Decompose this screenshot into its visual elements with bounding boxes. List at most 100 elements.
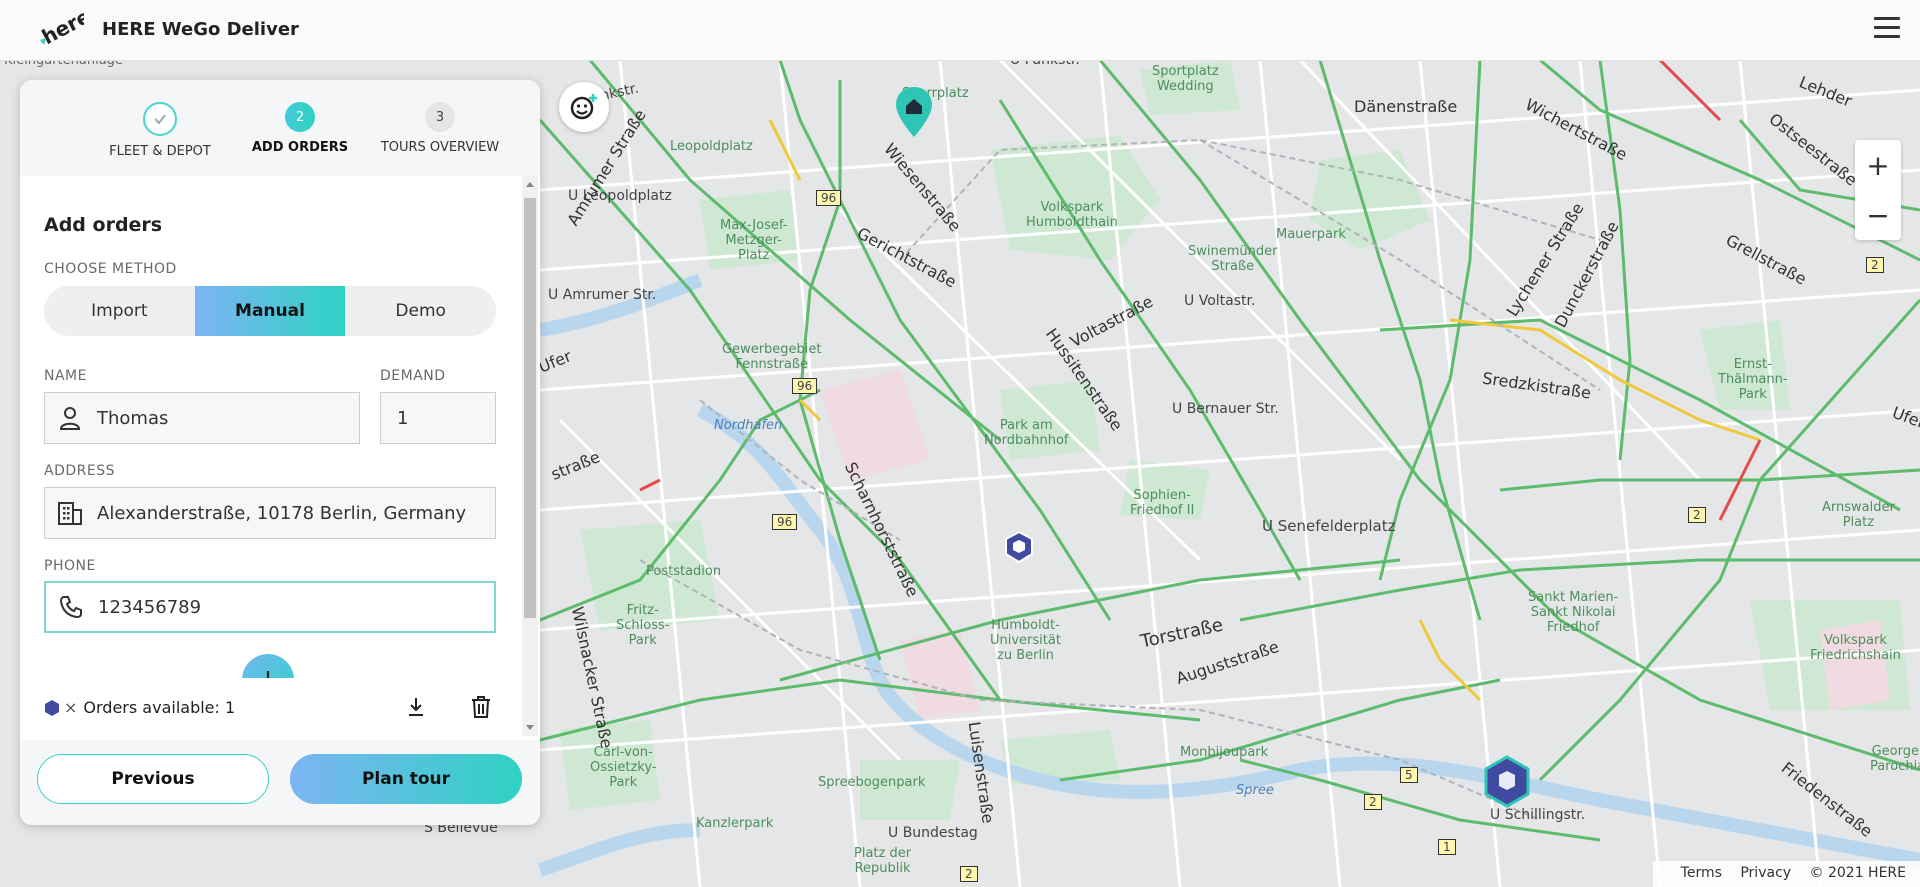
copyright-text: © 2021 HERE	[1809, 865, 1906, 881]
step-add-orders[interactable]: 2 ADD ORDERS	[230, 102, 370, 155]
method-import-button[interactable]: Import	[44, 286, 195, 336]
demand-field[interactable]: 1	[380, 392, 496, 444]
method-selector: Import Manual Demo	[44, 286, 496, 336]
step-label: TOURS OVERVIEW	[380, 140, 500, 155]
demand-caption: DEMAND	[380, 368, 446, 384]
map-label: Max-Josef- Metzger- Platz	[720, 218, 788, 263]
map-label: U Bundestag	[888, 825, 978, 841]
orders-available-text: Orders available: 1	[83, 698, 236, 717]
map-label: Carl-von- Ossietzky- Park	[590, 745, 657, 790]
plan-tour-button[interactable]: Plan tour	[290, 754, 522, 804]
trash-icon[interactable]	[470, 695, 492, 719]
map-label: Spree	[1236, 783, 1274, 798]
map-label: U Voltastr.	[1184, 293, 1256, 309]
road-number-badge: 1	[1438, 839, 1456, 855]
previous-button[interactable]: Previous	[37, 754, 269, 804]
section-heading: Add orders	[44, 214, 163, 236]
person-icon	[55, 403, 85, 433]
step-tours-overview[interactable]: 3 TOURS OVERVIEW	[365, 102, 515, 155]
panel-scrollbar[interactable]	[522, 176, 538, 736]
map-label: Sportplatz Wedding	[1152, 64, 1219, 94]
step-number: 2	[285, 102, 315, 132]
menu-icon[interactable]	[1874, 17, 1900, 41]
map-label: U Amrumer Str.	[548, 287, 657, 303]
map-attribution: Terms Privacy © 2021 HERE	[1652, 861, 1920, 887]
step-label: ADD ORDERS	[251, 140, 349, 155]
road-number-badge: 2	[1866, 257, 1884, 273]
map-label: Monbijoupark	[1180, 745, 1269, 760]
orders-form: Add orders CHOOSE METHOD Import Manual D…	[20, 176, 520, 736]
map-label: Humboldt- Universität zu Berlin	[990, 618, 1061, 663]
step-fleet-depot[interactable]: FLEET & DEPOT	[90, 102, 230, 159]
map-label: Ernst- Thälmann- Park	[1718, 357, 1788, 402]
wizard-stepper: FLEET & DEPOT 2 ADD ORDERS 3 TOURS OVERV…	[20, 80, 540, 176]
zoom-in-button[interactable]: +	[1855, 140, 1901, 190]
orders-panel: FLEET & DEPOT 2 ADD ORDERS 3 TOURS OVERV…	[20, 80, 540, 825]
orders-summary: × Orders available: 1	[20, 678, 520, 738]
here-logo[interactable]: here	[38, 12, 84, 48]
name-caption: NAME	[44, 368, 87, 384]
map-label: Fritz- Schloss- Park	[616, 603, 670, 648]
orders-multiplier: ×	[64, 698, 78, 717]
map-label: Volkspark Humboldthain	[1026, 200, 1118, 230]
demand-value: 1	[397, 407, 409, 429]
road-number-badge: 5	[1400, 767, 1418, 783]
check-icon	[143, 102, 177, 136]
map-label: Georgen Parochial	[1870, 744, 1920, 774]
svg-text:here: here	[38, 12, 84, 48]
map-label: Leopoldplatz	[670, 139, 753, 154]
map-label: Platz der Republik	[854, 846, 912, 876]
app-title: HERE WeGo Deliver	[102, 19, 299, 40]
building-icon	[55, 498, 85, 528]
app-header: here HERE WeGo Deliver	[0, 0, 1920, 61]
privacy-link[interactable]: Privacy	[1740, 865, 1791, 881]
map-label: Nordhafen	[714, 418, 783, 433]
map-label: Sophien- Friedhof II	[1130, 488, 1195, 518]
phone-icon	[56, 592, 86, 622]
map-minor-streets	[539, 60, 1920, 887]
map-label: Kleingartenanlage	[4, 60, 123, 68]
smiley-plus-icon	[570, 94, 597, 120]
map-label: Sankt Marien- Sankt Nikolai Friedhof	[1528, 590, 1619, 635]
order-marker-icon[interactable]	[1004, 530, 1034, 566]
address-value: Alexanderstraße, 10178 Berlin, Germany	[97, 502, 467, 524]
method-manual-button[interactable]: Manual	[194, 286, 346, 336]
road-number-badge: 96	[792, 378, 818, 394]
method-caption: CHOOSE METHOD	[44, 261, 177, 277]
road-number-badge: 2	[1688, 507, 1706, 523]
name-field[interactable]: Thomas	[44, 392, 360, 444]
zoom-out-button[interactable]: −	[1855, 190, 1901, 240]
map-label: U Bernauer Str.	[1172, 401, 1279, 417]
road-number-badge: 2	[960, 866, 978, 882]
map-label: U Senefelderplatz	[1262, 517, 1396, 535]
method-demo-button[interactable]: Demo	[345, 286, 496, 336]
map-label: Volkspark Friedrichshain	[1810, 633, 1901, 663]
download-icon[interactable]	[406, 696, 426, 718]
address-caption: ADDRESS	[44, 463, 115, 479]
panel-footer: Previous Plan tour	[20, 740, 540, 825]
map-label: Gewerbegebiet Fennstraße	[722, 342, 822, 372]
terms-link[interactable]: Terms	[1681, 865, 1722, 881]
road-number-badge: 96	[816, 190, 842, 206]
zoom-control: + −	[1855, 140, 1901, 240]
map-label: U Pankstr.	[1010, 60, 1080, 68]
order-hexagon-icon	[45, 699, 59, 716]
road-number-badge: 96	[772, 514, 798, 530]
road-number-badge: 2	[1364, 794, 1382, 810]
address-field[interactable]: Alexanderstraße, 10178 Berlin, Germany	[44, 487, 496, 539]
map-label: Dänenstraße	[1354, 97, 1458, 116]
phone-caption: PHONE	[44, 558, 96, 574]
map-label: Arnswalder Platz	[1822, 500, 1895, 530]
selected-order-marker-icon[interactable]	[1482, 754, 1532, 812]
map-label: Swinemünder Straße	[1188, 244, 1278, 274]
phone-field[interactable]: 123456789	[44, 581, 496, 633]
name-value: Thomas	[97, 407, 169, 429]
step-number: 3	[425, 102, 455, 132]
map-label: Poststadion	[646, 564, 722, 579]
map-label: Park am Nordbahnhof	[984, 418, 1069, 448]
depot-marker-icon[interactable]	[893, 85, 935, 141]
feedback-button[interactable]	[559, 82, 609, 132]
map-label: Kanzlerpark	[696, 816, 774, 831]
step-label: FLEET & DEPOT	[109, 144, 211, 159]
phone-value: 123456789	[98, 596, 202, 618]
